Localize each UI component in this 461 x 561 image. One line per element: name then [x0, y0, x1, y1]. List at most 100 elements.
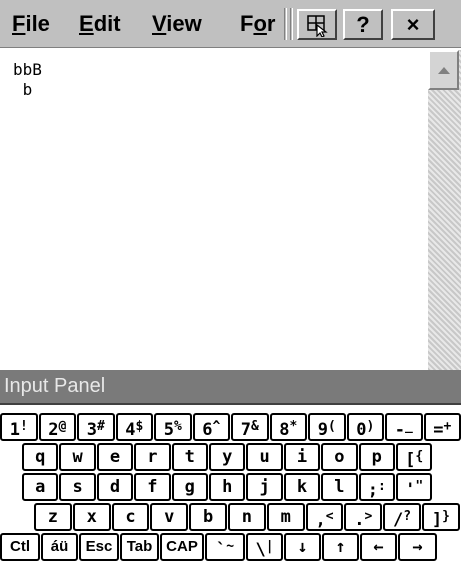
- key-label: w: [72, 447, 83, 467]
- key-89[interactable]: ←: [360, 533, 397, 561]
- key-23[interactable]: r: [134, 443, 171, 471]
- key-29[interactable]: p: [358, 443, 395, 471]
- key-68[interactable]: .>: [344, 503, 383, 531]
- key-84[interactable]: CAP: [160, 533, 204, 561]
- key-20[interactable]: q: [22, 443, 59, 471]
- key-43[interactable]: f: [134, 473, 171, 501]
- key-81[interactable]: áü: [41, 533, 78, 561]
- key-10[interactable]: -_: [385, 413, 423, 441]
- key-40[interactable]: a: [22, 473, 59, 501]
- input-panel-title: Input Panel: [0, 370, 461, 403]
- key-69[interactable]: /?: [383, 503, 421, 531]
- key-30[interactable]: [{: [396, 443, 433, 471]
- key-5[interactable]: 6^: [192, 413, 230, 441]
- key-label: ]: [431, 510, 443, 530]
- key-7[interactable]: 8*: [269, 413, 307, 441]
- menu-bar: File Edit View For ? ×: [0, 0, 461, 48]
- key-1[interactable]: 2@: [38, 413, 76, 441]
- menu-edit[interactable]: Edit: [79, 8, 121, 40]
- key-64[interactable]: b: [189, 503, 227, 531]
- key-label: .: [354, 510, 365, 530]
- key-25[interactable]: y: [209, 443, 246, 471]
- key-label: s: [72, 477, 83, 497]
- key-shift-label: <: [325, 509, 334, 524]
- key-label: →: [412, 537, 423, 557]
- key-label: -: [394, 420, 405, 440]
- key-62[interactable]: c: [111, 503, 150, 531]
- key-44[interactable]: g: [171, 473, 208, 501]
- key-48[interactable]: l: [321, 473, 358, 501]
- key-9[interactable]: 0): [346, 413, 384, 441]
- key-label: v: [164, 507, 175, 527]
- close-button[interactable]: ×: [391, 9, 435, 40]
- key-50[interactable]: '": [396, 473, 433, 501]
- key-82[interactable]: Esc: [79, 533, 119, 561]
- key-70[interactable]: ]}: [422, 503, 460, 531]
- key-27[interactable]: i: [283, 443, 321, 471]
- key-11[interactable]: =+: [423, 413, 461, 441]
- key-2[interactable]: 3#: [77, 413, 115, 441]
- menu-view[interactable]: View: [152, 8, 202, 40]
- key-21[interactable]: w: [59, 443, 96, 471]
- key-label: p: [371, 447, 382, 467]
- key-label: 3: [86, 420, 97, 440]
- key-61[interactable]: x: [72, 503, 111, 531]
- key-label: ': [405, 480, 416, 500]
- key-4[interactable]: 5%: [154, 413, 192, 441]
- key-90[interactable]: →: [398, 533, 437, 561]
- key-label: l: [334, 477, 345, 497]
- text-editor[interactable]: bbB b: [0, 50, 428, 370]
- key-46[interactable]: j: [246, 473, 283, 501]
- key-85[interactable]: `~: [205, 533, 245, 561]
- key-24[interactable]: t: [171, 443, 208, 471]
- key-shift-label: }: [442, 509, 450, 524]
- menu-separator: [290, 8, 293, 40]
- key-label: 6: [202, 420, 213, 440]
- key-label: x: [86, 507, 97, 527]
- key-shift-label: |: [265, 539, 274, 554]
- key-47[interactable]: k: [283, 473, 321, 501]
- key-label: 2: [48, 420, 59, 440]
- key-shift-label: +: [443, 419, 452, 434]
- key-86[interactable]: \|: [246, 533, 283, 561]
- key-label: ←: [373, 537, 384, 557]
- key-3[interactable]: 4$: [115, 413, 153, 441]
- key-shift-label: *: [289, 419, 298, 434]
- scroll-up-button[interactable]: [428, 50, 459, 90]
- key-shift-label: %: [173, 419, 182, 434]
- key-8[interactable]: 9(: [308, 413, 346, 441]
- key-42[interactable]: d: [96, 473, 134, 501]
- vertical-scrollbar[interactable]: [428, 50, 461, 370]
- key-shift-label: ?: [403, 509, 412, 524]
- key-80[interactable]: Ctl: [0, 533, 40, 561]
- key-67[interactable]: ,<: [305, 503, 344, 531]
- key-shift-label: :: [378, 479, 386, 494]
- editor-line: bbB: [13, 60, 42, 79]
- key-shift-label: &: [250, 419, 259, 434]
- key-26[interactable]: u: [246, 443, 283, 471]
- key-60[interactable]: z: [34, 503, 72, 531]
- key-label: m: [280, 507, 291, 527]
- help-button[interactable]: ?: [343, 9, 383, 40]
- key-88[interactable]: ↑: [322, 533, 359, 561]
- key-87[interactable]: ↓: [284, 533, 321, 561]
- key-shift-label: >: [364, 509, 373, 524]
- key-83[interactable]: Tab: [120, 533, 159, 561]
- key-45[interactable]: h: [209, 473, 246, 501]
- key-0[interactable]: 1!: [0, 413, 38, 441]
- key-6[interactable]: 7&: [231, 413, 269, 441]
- menu-file[interactable]: File: [12, 8, 50, 40]
- menu-format[interactable]: For: [240, 8, 275, 40]
- key-22[interactable]: e: [96, 443, 134, 471]
- key-label: a: [35, 477, 46, 497]
- key-label: 7: [240, 420, 251, 440]
- key-65[interactable]: n: [228, 503, 266, 531]
- toolbar-pointer-button[interactable]: [297, 9, 337, 40]
- key-shift-label: ": [415, 479, 424, 494]
- key-shift-label: ^: [212, 419, 221, 434]
- key-28[interactable]: o: [321, 443, 358, 471]
- key-41[interactable]: s: [59, 473, 96, 501]
- key-66[interactable]: m: [266, 503, 305, 531]
- key-63[interactable]: v: [150, 503, 189, 531]
- key-49[interactable]: ;:: [358, 473, 395, 501]
